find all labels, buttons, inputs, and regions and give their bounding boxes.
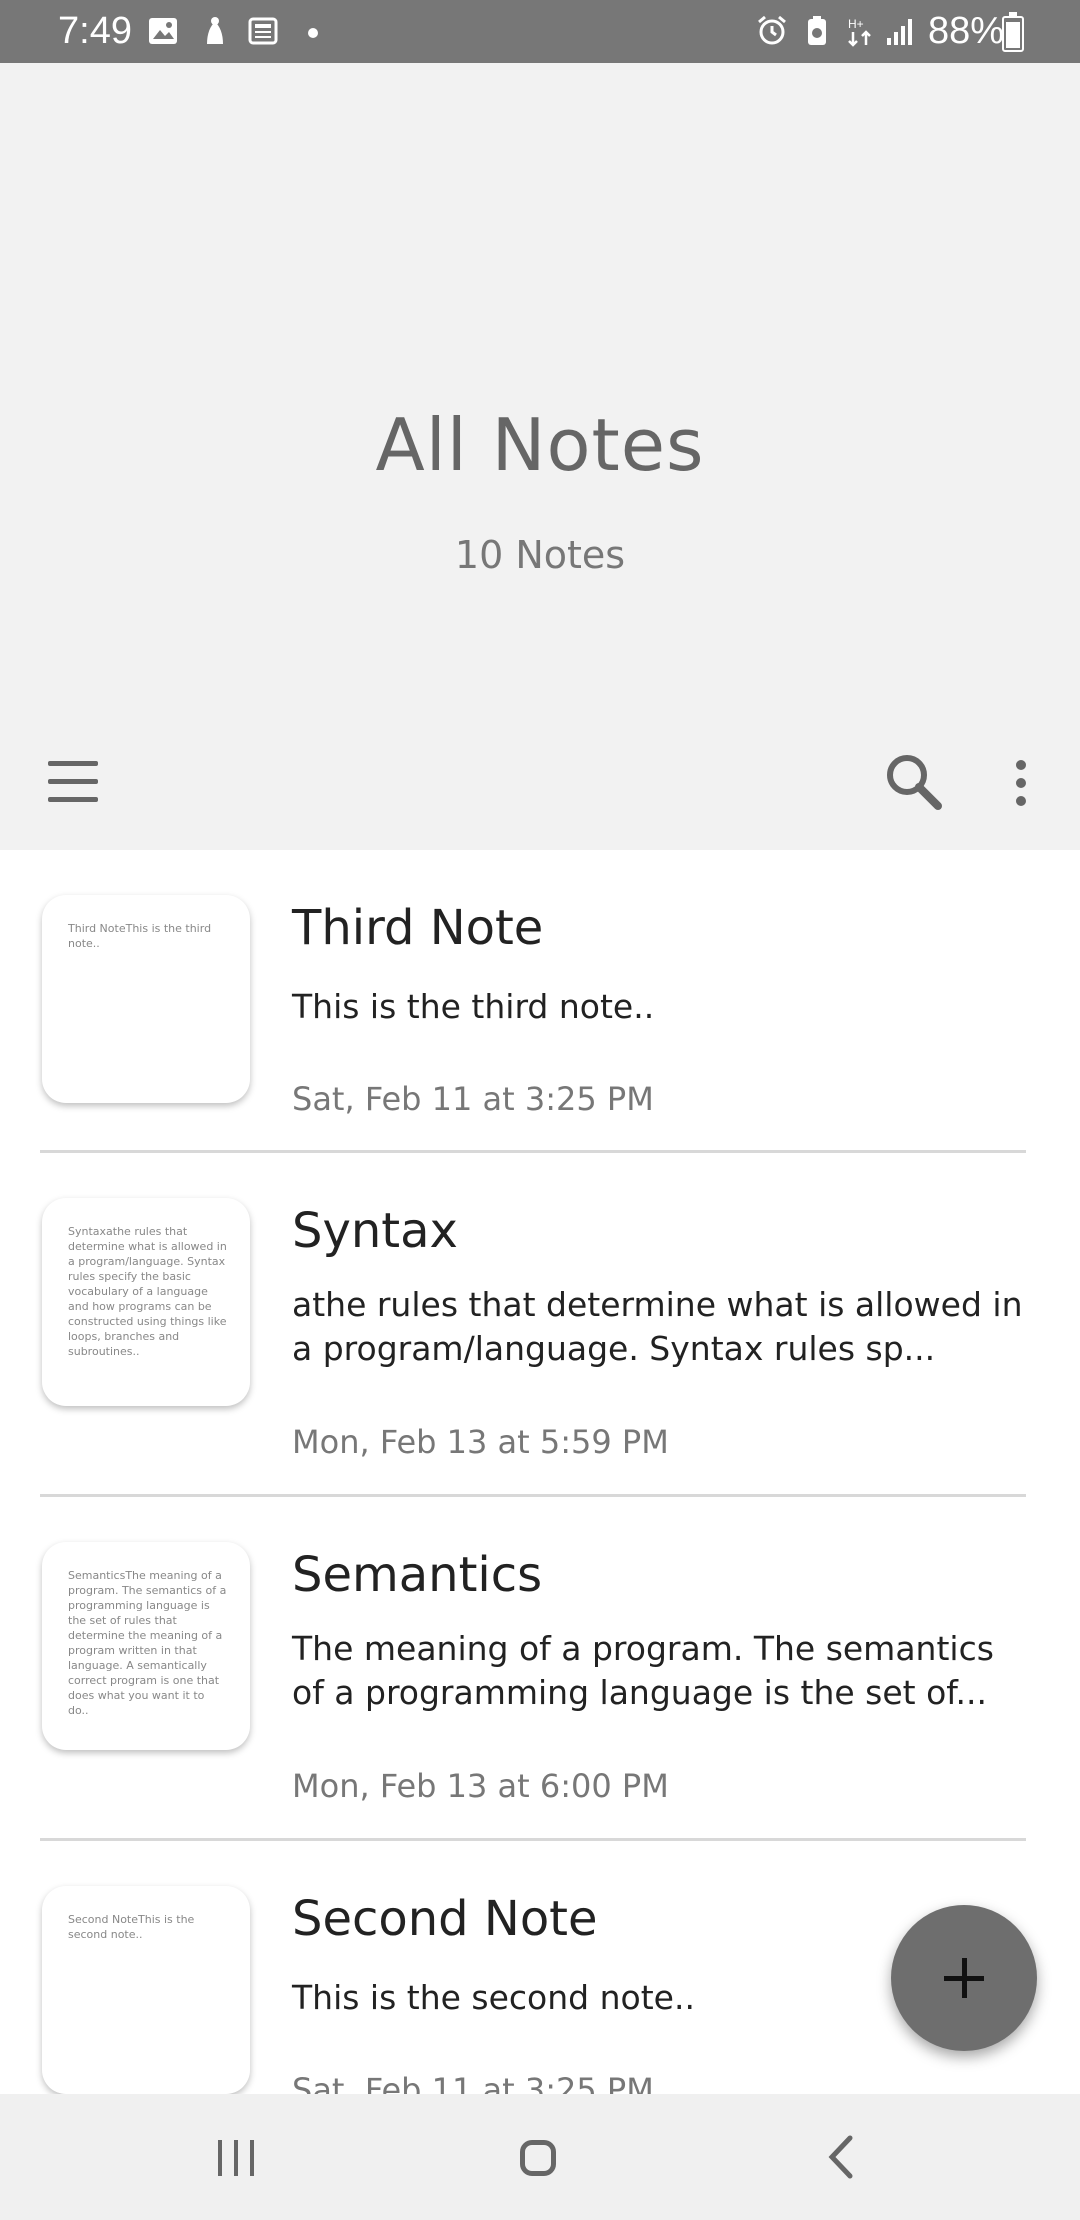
ghost-icon [207, 17, 223, 44]
note-date: Sat, Feb 11 at 3:25 PM [292, 1080, 654, 1118]
home-icon[interactable] [505, 2124, 571, 2190]
note-date: Sat, Feb 11 at 3:25 PM [292, 2071, 654, 2094]
thumbnail-text: Syntaxathe rules that determine what is … [68, 1225, 227, 1358]
signal-icon [887, 19, 912, 45]
notification-dot [308, 28, 318, 38]
note-date: Mon, Feb 13 at 5:59 PM [292, 1423, 669, 1461]
data-transfer-icon: H+ [848, 17, 871, 47]
thumbnail-text: Third NoteThis is the third note.. [68, 922, 212, 950]
note-list[interactable]: Third NoteThis is the third note.. Third… [0, 850, 1080, 2094]
menu-button[interactable] [40, 748, 108, 816]
status-bar: 7:49 H+ 88% [0, 0, 1080, 63]
navigation-bar [0, 2094, 1080, 2220]
note-thumbnail[interactable]: Syntaxathe rules that determine what is … [42, 1198, 250, 1406]
note-date: Mon, Feb 13 at 6:00 PM [292, 1767, 669, 1805]
thumbnail-text: Second NoteThis is the second note.. [68, 1913, 195, 1941]
news-icon [248, 17, 278, 45]
note-thumbnail[interactable]: SemanticsThe meaning of a program. The s… [42, 1542, 250, 1750]
battery-percent: 88% [928, 10, 1005, 52]
note-title: Semantics [292, 1547, 543, 1603]
status-time: 7:49 [58, 10, 132, 52]
note-snippet: The meaning of a program. The semantics … [292, 1629, 994, 1712]
search-icon[interactable] [878, 746, 948, 816]
note-title: Syntax [292, 1203, 458, 1259]
page-title: All Notes [375, 403, 705, 487]
note-item[interactable]: Semantics The meaning of a program. The s… [0, 1497, 1080, 1842]
alarm-icon [758, 15, 786, 45]
recents-icon[interactable] [200, 2124, 274, 2190]
note-title: Second Note [292, 1891, 598, 1947]
note-item[interactable]: Third NoteThis is the third note.. Third… [0, 850, 1080, 1195]
note-thumbnail[interactable]: Second NoteThis is the second note.. [42, 1886, 250, 2094]
header: All Notes 10 Notes [0, 63, 1080, 850]
note-snippet: This is the third note.. [292, 987, 655, 1026]
battery-saver-icon [808, 16, 826, 45]
battery-icon [1002, 12, 1024, 52]
note-title: Third Note [292, 900, 544, 956]
add-note-button[interactable] [891, 1905, 1037, 2051]
image-icon [149, 18, 177, 44]
more-options-icon[interactable] [1000, 748, 1044, 818]
svg-text:H+: H+ [848, 17, 864, 31]
note-item[interactable]: Syntax athe rules that determine what is … [0, 1153, 1080, 1498]
back-icon[interactable] [810, 2124, 876, 2190]
note-snippet: athe rules that determine what is allowe… [292, 1285, 1023, 1368]
note-count: 10 Notes [454, 533, 626, 577]
note-thumbnail[interactable]: Third NoteThis is the third note.. [42, 895, 250, 1103]
thumbnail-text: SemanticsThe meaning of a program. The s… [68, 1569, 227, 1717]
